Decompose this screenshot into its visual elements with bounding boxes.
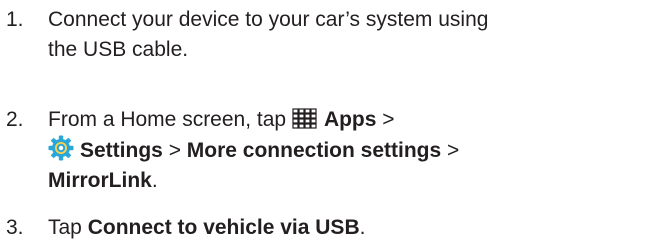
step-2-prefix: From a Home screen, tap [48,108,287,131]
more-connection-settings-label: More connection settings [186,139,442,162]
step-number: 1. [6,8,24,31]
step-2-line-2: Settings > More connection settings > [48,135,654,166]
connect-to-vehicle-label: Connect to vehicle via USB [87,216,360,239]
step-1-line-2: the USB cable. [48,38,189,61]
step-number: 2. [6,108,24,131]
step-3-line-1: Tap Connect to vehicle via USB. [48,213,654,243]
separator: > [447,139,460,162]
mirrorlink-label: MirrorLink [48,169,152,192]
step-text: Connect your device to your car’s system… [48,5,654,65]
step-text: Tap Connect to vehicle via USB. [48,213,654,243]
period: . [151,169,158,192]
period: . [359,216,366,239]
step-1-line-1: Connect your device to your car’s system… [48,8,489,31]
step-2-line-1: From a Home screen, tap Apps > [48,105,654,135]
settings-label: Settings [80,139,163,162]
apps-label: Apps [323,108,377,131]
separator: > [168,139,181,162]
settings-gear-icon [48,135,74,161]
separator: > [382,108,395,131]
step-3-prefix: Tap [48,216,82,239]
step-number: 3. [6,216,24,239]
apps-grid-icon [292,108,318,130]
step-text: From a Home screen, tap Apps > Settings … [48,105,654,196]
step-2-line-3: MirrorLink. [48,166,654,196]
